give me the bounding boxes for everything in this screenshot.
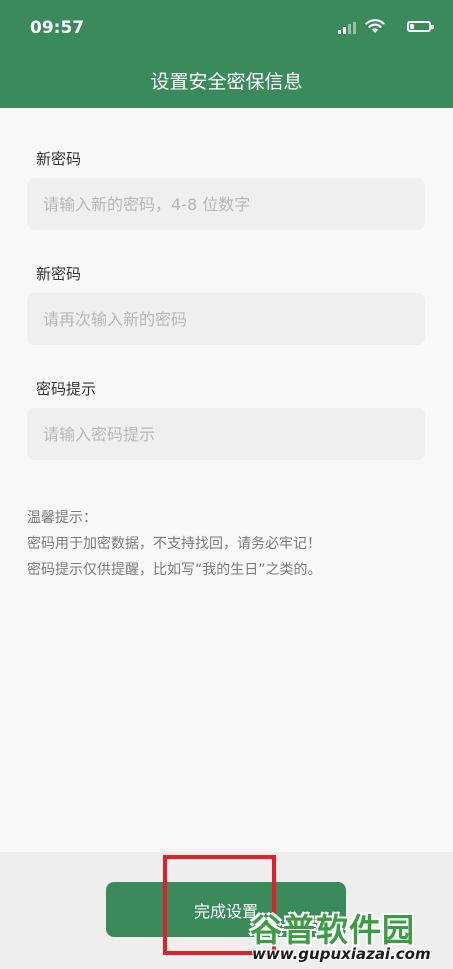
confirm-password-input[interactable] (27, 293, 425, 345)
confirm-password-label: 新密码 (36, 265, 82, 283)
password-hint-label: 密码提示 (36, 380, 97, 398)
cellular-signal-icon (338, 22, 356, 34)
new-password-input[interactable] (27, 178, 425, 230)
battery-icon (407, 21, 434, 32)
header-bar: 09:57 设置安全密保信息 (0, 0, 453, 108)
tips-title: 温馨提示： (27, 510, 97, 526)
tips-block: 温馨提示： 密码用于加密数据，不支持找回，请务必牢记！ 密码提示仅供提醒，比如写… (27, 505, 322, 583)
tips-line-1: 密码用于加密数据，不支持找回，请务必牢记！ (27, 536, 321, 552)
new-password-label: 新密码 (36, 150, 82, 168)
page-title: 设置安全密保信息 (150, 71, 303, 93)
status-icons (323, 18, 434, 38)
status-time: 09:57 (30, 18, 85, 38)
password-hint-input[interactable] (27, 408, 425, 460)
tips-line-2: 密码提示仅供提醒，比如写“我的生日”之类的。 (27, 562, 322, 578)
finish-setup-button[interactable]: 完成设置 (106, 882, 346, 937)
wifi-icon (365, 19, 385, 33)
